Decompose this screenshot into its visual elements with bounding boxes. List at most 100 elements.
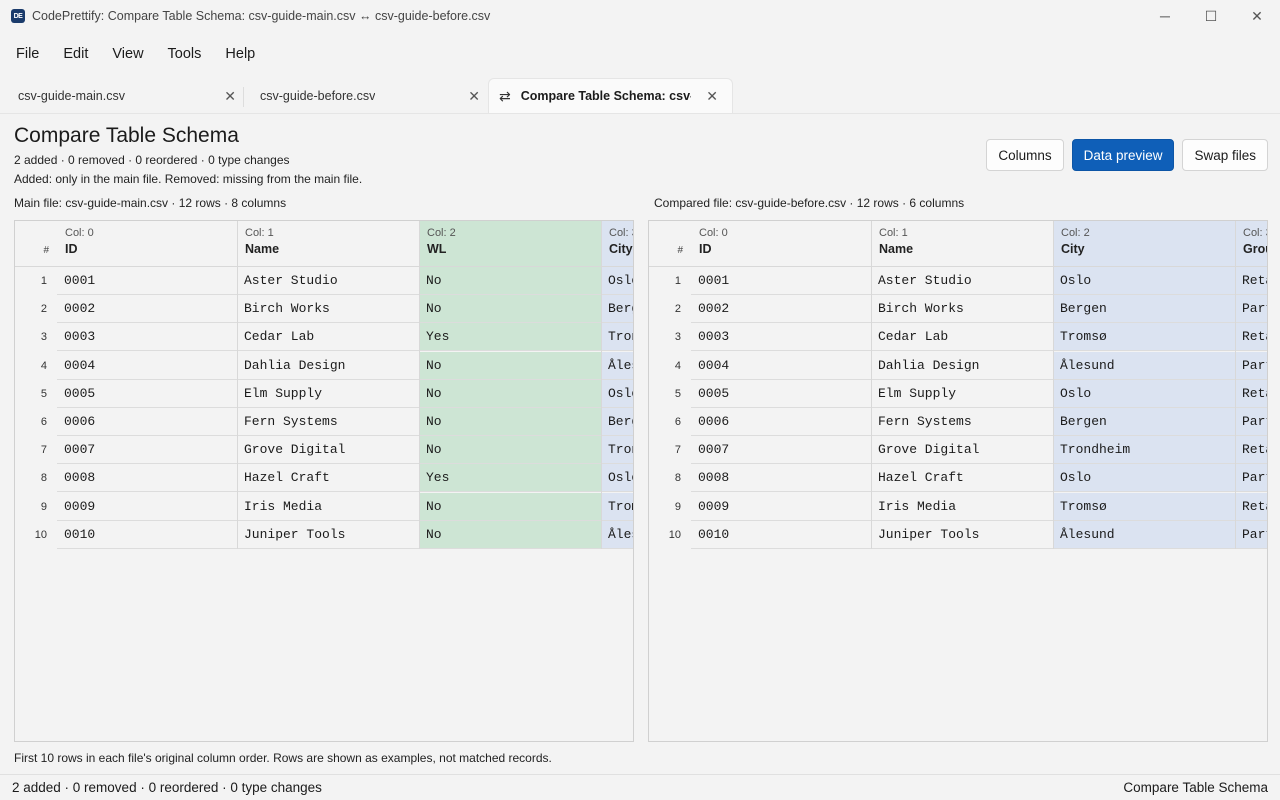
row-number: 2 xyxy=(40,303,47,316)
column-index: Col: 1 xyxy=(245,227,274,239)
maximize-button[interactable]: ☐ xyxy=(1188,0,1234,32)
row-number-header: # xyxy=(15,221,57,267)
column-divider xyxy=(871,221,872,549)
column-header[interactable]: Col: 2 WL xyxy=(419,221,601,267)
app-icon: DE xyxy=(11,9,25,23)
table-cell: 0005 xyxy=(691,380,871,408)
column-header[interactable]: Col: 3 Group xyxy=(1235,221,1267,267)
menu-help[interactable]: Help xyxy=(213,40,267,68)
column-name: ID xyxy=(699,242,712,256)
table-cell: 0003 xyxy=(691,323,871,352)
table-cell: Yes xyxy=(419,464,601,493)
table-cell: 0009 xyxy=(691,493,871,521)
table-cell: Oslo xyxy=(1053,267,1235,295)
columns-button[interactable]: Columns xyxy=(986,139,1064,171)
table-cell: Retail xyxy=(1235,436,1267,465)
table-cell: Ålesund xyxy=(601,520,633,549)
row-number: 2 xyxy=(674,303,681,316)
close-window-button[interactable]: ✕ xyxy=(1234,0,1280,32)
row-number: 3 xyxy=(674,331,681,344)
window-controls: ─ ☐ ✕ xyxy=(1142,0,1280,32)
column-name: ID xyxy=(65,242,78,256)
column-index: Col: 2 xyxy=(1061,227,1090,239)
table-cell: 0005 xyxy=(57,380,237,408)
minimize-button[interactable]: ─ xyxy=(1142,0,1188,32)
column-header[interactable]: Col: 1 Name xyxy=(237,221,419,267)
tab-label: csv-guide-before.csv xyxy=(260,89,376,103)
table-cell: No xyxy=(419,351,601,380)
swap-files-button[interactable]: Swap files xyxy=(1182,139,1268,171)
row-number: 10 xyxy=(668,528,681,541)
table-cell: Bergen xyxy=(1053,295,1235,324)
table-cell: 0010 xyxy=(57,521,237,549)
column-header[interactable]: Col: 0 ID xyxy=(57,221,237,267)
table-cell: Juniper Tools xyxy=(871,521,1053,549)
row-number: 5 xyxy=(674,387,681,400)
table-cell: Hazel Craft xyxy=(237,464,419,493)
row-number: 6 xyxy=(40,416,47,428)
menu-tools[interactable]: Tools xyxy=(156,40,214,68)
column-header[interactable]: Col: 1 Name xyxy=(871,221,1053,267)
table-cell: No xyxy=(419,436,601,465)
window-title: CodePrettify: Compare Table Schema: csv-… xyxy=(32,9,491,23)
column-name: WL xyxy=(427,242,447,256)
tab-strip: csv-guide-main.csv ✕ csv-guide-before.cs… xyxy=(0,78,1280,114)
table-cell: Hazel Craft xyxy=(871,464,1053,493)
page-title: Compare Table Schema xyxy=(14,124,239,147)
main-file-preview[interactable]: #1 2 3 4 5 6 7 8 9 10 Col: 0 ID 0001 0002 0003 0004 0005… xyxy=(14,220,634,742)
table-cell: Iris Media xyxy=(237,493,419,521)
table-cell: Retail xyxy=(1235,492,1267,521)
row-number: 6 xyxy=(674,416,681,428)
column-header[interactable]: Col: 3 City xyxy=(601,221,633,267)
compared-file-preview[interactable]: #1 2 3 4 5 6 7 8 9 10 Col: 0 ID 0001 0002 0003 0004 0005… xyxy=(648,220,1268,742)
menu-edit[interactable]: Edit xyxy=(51,40,100,68)
status-view-name: Compare Table Schema xyxy=(1123,780,1268,795)
diff-summary: 2 added · 0 removed · 0 reordered · 0 ty… xyxy=(14,153,290,167)
tab-close-icon[interactable]: ✕ xyxy=(224,88,236,105)
row-number: 10 xyxy=(34,528,47,541)
tab-label: Compare Table Schema: csv-guide-main.csv xyxy=(520,89,691,103)
row-number: 1 xyxy=(40,275,47,287)
menu-bar: File Edit View Tools Help xyxy=(4,38,267,70)
table-cell: Oslo xyxy=(601,464,633,493)
tab-close-icon[interactable]: ✕ xyxy=(706,88,718,105)
table-cell: 0002 xyxy=(691,295,871,324)
table-cell: Ålesund xyxy=(1053,520,1235,549)
column-name: City xyxy=(609,242,633,256)
table-cell: 0001 xyxy=(57,267,237,295)
table-cell: Dahlia Design xyxy=(871,352,1053,380)
table-cell: Partner xyxy=(1235,520,1267,549)
table-cell: No xyxy=(419,492,601,521)
table-cell: Ålesund xyxy=(1053,351,1235,380)
table-cell: Oslo xyxy=(1053,379,1235,408)
table-cell: Elm Supply xyxy=(237,380,419,408)
table-cell: 0003 xyxy=(57,323,237,352)
row-number: 5 xyxy=(40,387,47,400)
table-cell: 0010 xyxy=(691,521,871,549)
table-cell: 0008 xyxy=(691,464,871,493)
table-cell: No xyxy=(419,295,601,324)
table-cell: Aster Studio xyxy=(871,267,1053,295)
menu-view[interactable]: View xyxy=(100,40,155,68)
table-cell: Trondheim xyxy=(601,323,633,352)
tab-close-icon[interactable]: ✕ xyxy=(468,88,480,105)
column-index: Col: 3 xyxy=(1243,227,1267,239)
table-cell: Cedar Lab xyxy=(237,323,419,352)
column-header[interactable]: Col: 2 City xyxy=(1053,221,1235,267)
table-cell: 0004 xyxy=(57,352,237,380)
tab-csv-guide-before[interactable]: csv-guide-before.csv ✕ xyxy=(244,79,488,113)
table-cell: Cedar Lab xyxy=(871,323,1053,352)
table-cell: Trondheim xyxy=(1053,436,1235,465)
column-divider xyxy=(237,221,238,549)
table-cell: Elm Supply xyxy=(871,380,1053,408)
column-name: Group xyxy=(1243,242,1267,256)
tab-compare-table-schema[interactable]: ⇄ Compare Table Schema: csv-guide-main.c… xyxy=(488,78,733,113)
table-cell: Birch Works xyxy=(871,295,1053,324)
table-cell: Grove Digital xyxy=(237,436,419,465)
data-preview-button[interactable]: Data preview xyxy=(1071,139,1175,171)
table-cell: Retail xyxy=(1235,379,1267,408)
tab-csv-guide-main[interactable]: csv-guide-main.csv ✕ xyxy=(0,79,243,113)
menu-file[interactable]: File xyxy=(4,40,51,68)
table-cell: Oslo xyxy=(1053,464,1235,493)
column-header[interactable]: Col: 0 ID xyxy=(691,221,871,267)
